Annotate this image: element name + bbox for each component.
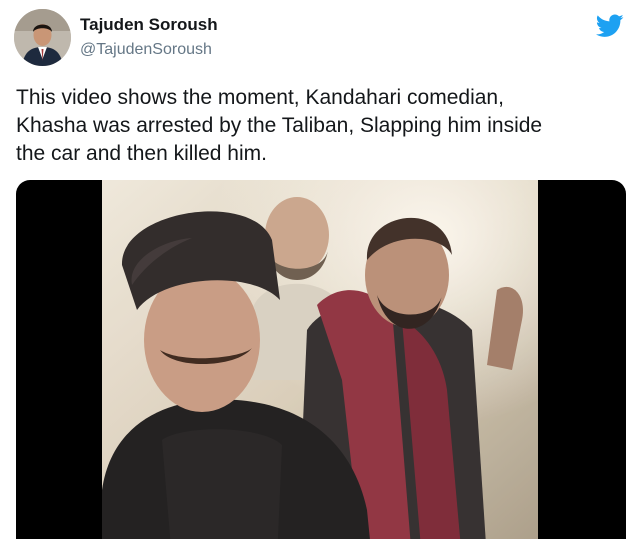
- tweet-author: Tajuden Soroush @TajudenSoroush: [80, 14, 218, 61]
- author-display-name[interactable]: Tajuden Soroush: [80, 14, 218, 36]
- author-handle[interactable]: @TajudenSoroush: [80, 39, 218, 61]
- tweet-video[interactable]: [16, 180, 626, 539]
- video-still-image: [102, 180, 538, 539]
- author-avatar[interactable]: [14, 9, 71, 66]
- avatar-image: [14, 9, 71, 66]
- twitter-bird-icon[interactable]: [596, 14, 624, 38]
- tweet-card: Tajuden Soroush @TajudenSoroush This vid…: [0, 0, 640, 539]
- video-still: [102, 180, 538, 539]
- tweet-text: This video shows the moment, Kandahari c…: [16, 86, 543, 165]
